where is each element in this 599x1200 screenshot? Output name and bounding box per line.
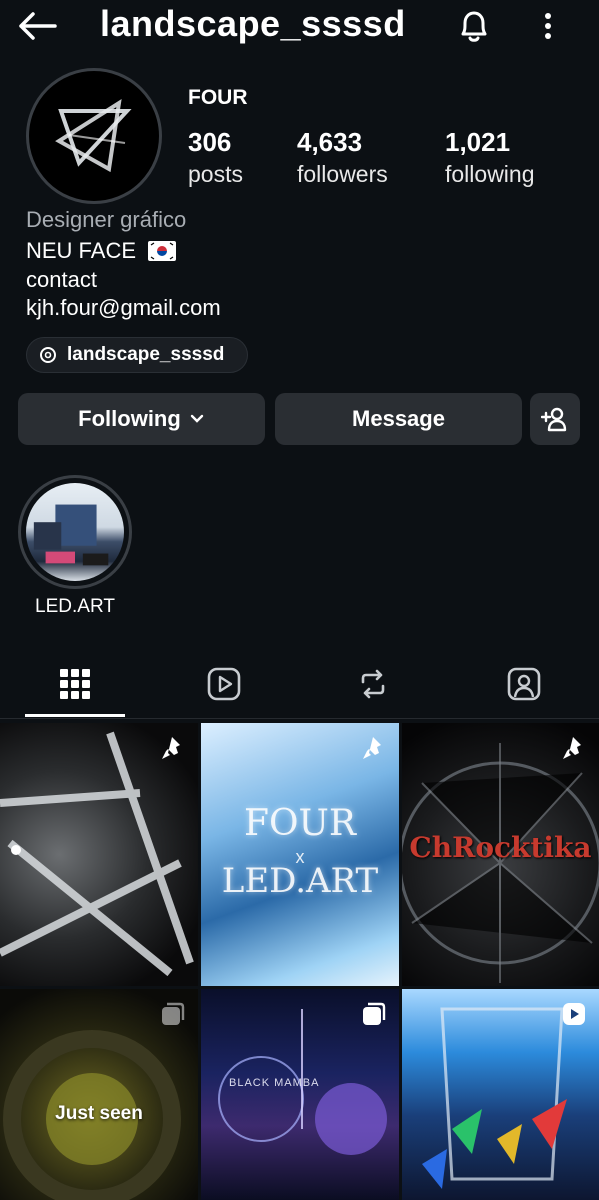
notifications-button[interactable] [452, 4, 496, 48]
tab-posts-grid[interactable] [25, 652, 125, 716]
message-button-label: Message [352, 406, 445, 431]
following-label: following [445, 161, 535, 187]
profile-username-title: landscape_ssssd [100, 3, 406, 44]
bio-email-link[interactable]: kjh.four@gmail.com [26, 295, 221, 321]
post-tile-4[interactable]: Just seen [0, 989, 198, 1200]
tab-tagged[interactable] [474, 652, 574, 716]
pinned-icon [563, 737, 581, 759]
repost-icon [361, 669, 385, 699]
pinned-icon [363, 737, 381, 759]
posts-stat[interactable]: 306 posts [188, 126, 243, 190]
following-button-label: Following [78, 406, 181, 431]
bio-line-1-text: NEU FACE [26, 238, 137, 263]
just-seen-label: Just seen [55, 1103, 143, 1124]
post-tile-3[interactable]: ChRocktika [402, 723, 599, 986]
add-user-icon [541, 407, 567, 432]
carousel-icon [162, 1002, 185, 1025]
post-tile-5[interactable]: BLACK MAMBA [201, 989, 399, 1200]
tagged-user-icon [507, 667, 541, 701]
tab-reels[interactable] [174, 652, 274, 716]
logo-star-image [55, 98, 132, 173]
profile-tabs [0, 652, 599, 720]
post-2-text-ledart: LED.ART [221, 861, 379, 901]
following-stat[interactable]: 1,021 following [445, 126, 535, 190]
highlight-label: LED.ART [35, 596, 115, 617]
threads-profile-link[interactable]: landscape_ssssd [26, 337, 248, 373]
followers-stat[interactable]: 4,633 followers [297, 126, 388, 190]
post-tile-1[interactable] [0, 723, 198, 986]
profile-avatar[interactable] [26, 68, 162, 204]
following-count: 1,021 [445, 127, 511, 157]
active-tab-indicator [25, 714, 125, 717]
suggested-users-button[interactable] [530, 393, 580, 445]
threads-handle: landscape_ssssd [67, 344, 225, 365]
bio-line-1: NEU FACE [26, 238, 177, 264]
followers-count: 4,633 [297, 127, 363, 157]
post-2-text-four: FOUR [244, 803, 356, 844]
reels-icon [207, 667, 241, 701]
carousel-icon [363, 1002, 386, 1025]
more-options-button[interactable] [532, 6, 564, 46]
post-5-text: BLACK MAMBA [229, 1077, 320, 1089]
post-tile-2[interactable]: FOUR x LED.ART [201, 723, 399, 986]
post-3-text: ChRocktika [409, 831, 592, 864]
korea-flag-icon [148, 241, 177, 261]
posts-count: 306 [188, 127, 232, 157]
grid-icon [60, 669, 90, 699]
reel-play-icon [563, 1003, 585, 1025]
post-tile-6[interactable] [402, 989, 599, 1200]
highlight-cover-image [26, 483, 124, 581]
pinned-icon [162, 737, 180, 759]
tabs-divider [0, 718, 599, 719]
more-vertical-icon [545, 13, 551, 39]
top-bar: landscape_ssssd [0, 0, 599, 56]
threads-icon [40, 347, 56, 363]
bio-category: Designer gráfico [26, 207, 187, 232]
following-button[interactable]: Following [18, 393, 265, 445]
back-button[interactable] [14, 6, 60, 46]
chevron-down-icon [190, 414, 204, 423]
posts-label: posts [188, 161, 243, 187]
bell-icon [461, 11, 487, 42]
back-arrow-icon [19, 12, 57, 40]
profile-display-name: FOUR [188, 86, 248, 109]
story-highlight[interactable] [18, 475, 132, 589]
tab-reposts[interactable] [323, 652, 423, 716]
message-button[interactable]: Message [275, 393, 522, 445]
followers-label: followers [297, 161, 388, 187]
bio-line-2: contact [26, 267, 97, 292]
